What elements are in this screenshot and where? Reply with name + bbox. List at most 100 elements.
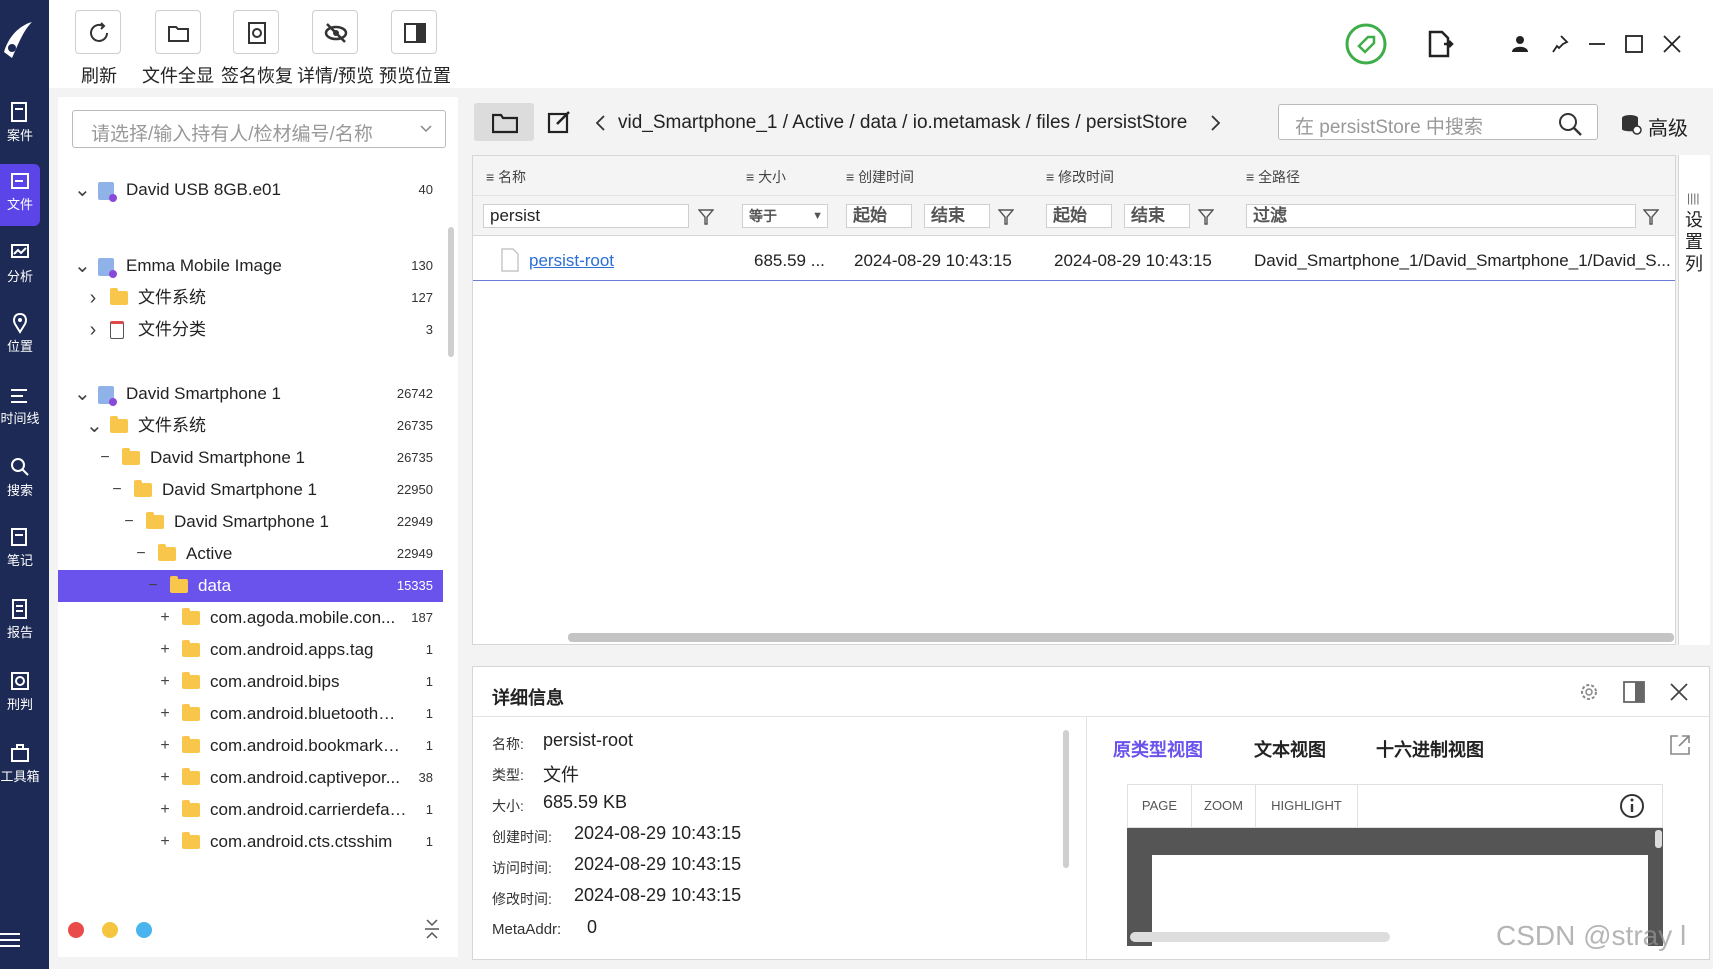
column-header-name[interactable]: ≡ 名称 — [486, 160, 526, 194]
expand-icon[interactable]: + — [158, 698, 172, 730]
nav-item-file[interactable]: 文件 — [0, 164, 40, 226]
column-settings-button[interactable]: |||| 设置列 — [1678, 155, 1710, 645]
evidence-select[interactable]: 请选择/输入持有人/检材编号/名称 — [72, 110, 446, 148]
tree-item[interactable]: + com.android.bips 1 — [58, 666, 443, 698]
tree-item[interactable]: › 文件分类 3 — [58, 314, 443, 346]
nav-item-analysis[interactable]: 分析 — [0, 236, 40, 298]
size-operator-select[interactable]: 等于 ▼ — [742, 204, 828, 228]
created-end-input[interactable]: 结束 — [924, 204, 990, 228]
pdf-horizontal-scrollbar[interactable] — [1130, 932, 1390, 942]
column-header-modified[interactable]: ≡ 修改时间 — [1046, 160, 1114, 194]
tree-item[interactable]: − David Smartphone 1 26735 — [58, 442, 443, 474]
created-start-input[interactable]: 起始 — [846, 204, 912, 228]
tree-item[interactable]: − data 15335 — [58, 570, 443, 602]
tree-item[interactable]: ⌄ David USB 8GB.e01 40 — [58, 174, 443, 206]
collapse-icon[interactable]: − — [98, 442, 112, 474]
tree-item[interactable]: + com.android.carrierdefau... 1 — [58, 794, 443, 826]
pdf-highlight-button[interactable]: HIGHLIGHT — [1256, 784, 1358, 828]
tree-item[interactable]: ⌄ Emma Mobile Image 130 — [58, 250, 443, 282]
collapse-icon[interactable]: − — [122, 506, 136, 538]
refresh-button[interactable] — [75, 10, 121, 54]
expand-icon[interactable]: + — [158, 602, 172, 634]
tree-item[interactable]: − Active 22949 — [58, 538, 443, 570]
expand-icon[interactable]: + — [158, 826, 172, 858]
minimize-icon[interactable] — [1587, 34, 1607, 54]
collapse-all-icon[interactable] — [424, 917, 440, 941]
file-name-link[interactable]: persist-root — [529, 248, 729, 274]
folder-view-button[interactable] — [474, 103, 534, 141]
tree-item[interactable]: + com.agoda.mobile.con... 187 — [58, 602, 443, 634]
chevron-down-icon[interactable]: ⌄ — [74, 378, 91, 410]
nav-item-search[interactable]: 搜索 — [0, 450, 40, 512]
table-horizontal-scrollbar[interactable] — [568, 633, 1674, 642]
tree-item[interactable]: + com.android.apps.tag 1 — [58, 634, 443, 666]
preview-position-button[interactable] — [391, 10, 437, 54]
column-header-fullpath[interactable]: ≡ 全路径 — [1246, 160, 1300, 194]
tab-text-view[interactable]: 文本视图 — [1254, 736, 1326, 762]
show-all-files-button[interactable] — [155, 10, 201, 54]
modified-end-input[interactable]: 结束 — [1124, 204, 1190, 228]
detail-preview-button[interactable] — [312, 10, 358, 54]
tree-scrollbar[interactable] — [448, 227, 454, 357]
nav-item-judgement[interactable]: 刑判 — [0, 664, 40, 726]
expand-icon[interactable]: + — [158, 666, 172, 698]
breadcrumb-item[interactable]: io.metamask — [913, 112, 1021, 133]
gear-icon[interactable] — [1578, 681, 1600, 703]
maximize-icon[interactable] — [1624, 34, 1644, 54]
details-scrollbar[interactable] — [1063, 730, 1069, 868]
pdf-vertical-scrollbar[interactable] — [1655, 830, 1662, 848]
external-open-icon[interactable] — [1668, 733, 1692, 757]
chevron-down-icon[interactable]: ⌄ — [74, 250, 91, 282]
edit-icon[interactable] — [547, 110, 573, 136]
pdf-page-button[interactable]: PAGE — [1128, 784, 1192, 828]
chevron-right-icon[interactable]: › — [86, 282, 100, 314]
close-icon[interactable] — [1662, 34, 1682, 54]
path-filter-input[interactable]: 过滤 — [1246, 204, 1636, 228]
collapse-icon[interactable]: − — [110, 474, 124, 506]
breadcrumb-item[interactable]: persistStore — [1086, 112, 1187, 133]
collapse-icon[interactable]: − — [146, 570, 160, 602]
tree-item[interactable]: ⌄ 文件系统 26735 — [58, 410, 443, 442]
expand-icon[interactable]: + — [158, 634, 172, 666]
pin-icon[interactable] — [1549, 34, 1569, 54]
collapse-icon[interactable]: − — [134, 538, 148, 570]
info-icon[interactable] — [1619, 793, 1645, 819]
nav-item-notes[interactable]: 笔记 — [0, 520, 40, 582]
tree-item[interactable]: ⌄ David Smartphone 1 26742 — [58, 378, 443, 410]
tree-item[interactable]: + com.android.cts.ctsshim 1 — [58, 826, 443, 858]
export-icon[interactable] — [1426, 30, 1454, 60]
expand-icon[interactable]: + — [158, 730, 172, 762]
column-header-created[interactable]: ≡ 创建时间 — [846, 160, 914, 194]
nav-item-report[interactable]: 报告 — [0, 592, 40, 654]
breadcrumb-item[interactable]: files — [1036, 112, 1070, 133]
tree-item[interactable]: − David Smartphone 1 22950 — [58, 474, 443, 506]
breadcrumb-item[interactable]: Active — [792, 112, 844, 133]
nav-item-case[interactable]: 案件 — [0, 95, 40, 157]
tree-item[interactable]: + com.android.bluetoothmi... 1 — [58, 698, 443, 730]
nav-item-location[interactable]: 位置 — [0, 306, 40, 368]
breadcrumb-forward-icon[interactable] — [1210, 114, 1222, 132]
nav-item-toolbox[interactable]: 工具箱 — [0, 736, 40, 798]
breadcrumb-item[interactable]: vid_Smartphone_1 — [618, 112, 778, 133]
expand-icon[interactable]: + — [158, 762, 172, 794]
column-header-size[interactable]: ≡ 大小 — [746, 160, 786, 194]
modified-start-input[interactable]: 起始 — [1046, 204, 1112, 228]
signature-restore-button[interactable] — [233, 10, 279, 54]
expand-icon[interactable]: + — [158, 794, 172, 826]
chevron-down-icon[interactable]: ⌄ — [74, 174, 91, 206]
search-box[interactable]: 在 persistStore 中搜索 — [1278, 104, 1598, 140]
pdf-zoom-button[interactable]: ZOOM — [1192, 784, 1256, 828]
chevron-right-icon[interactable]: › — [86, 314, 100, 346]
breadcrumb-back-icon[interactable] — [594, 114, 606, 132]
tab-hex-view[interactable]: 十六进制视图 — [1376, 736, 1484, 762]
filter-icon[interactable] — [698, 208, 714, 226]
search-icon[interactable] — [1557, 111, 1583, 137]
tree-item[interactable]: + com.android.captivepor... 38 — [58, 762, 443, 794]
user-icon[interactable] — [1510, 34, 1530, 54]
filter-icon[interactable] — [998, 208, 1014, 226]
tab-raw-view[interactable]: 原类型视图 — [1113, 736, 1203, 762]
breadcrumb-item[interactable]: data — [860, 112, 897, 133]
menu-icon[interactable] — [0, 930, 22, 950]
filter-icon[interactable] — [1643, 208, 1659, 226]
tree-item[interactable]: + com.android.bookmarkpr... 1 — [58, 730, 443, 762]
